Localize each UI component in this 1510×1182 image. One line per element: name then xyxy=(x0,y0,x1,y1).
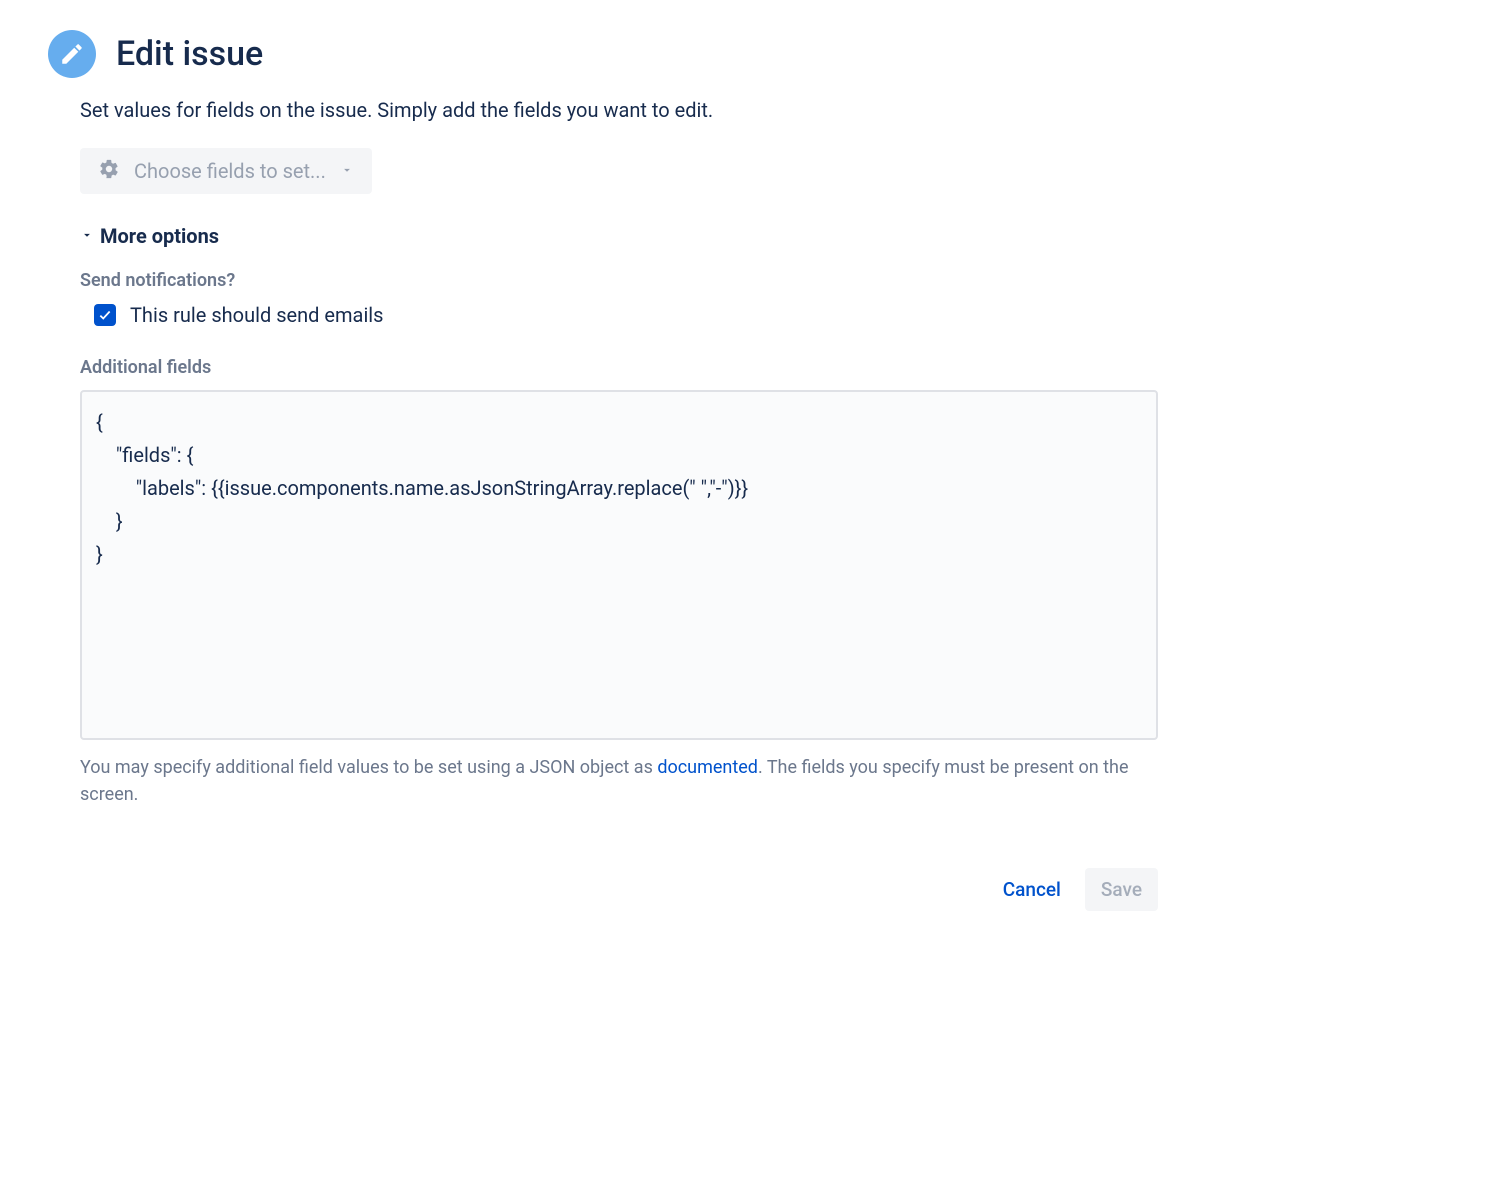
additional-fields-label: Additional fields xyxy=(80,357,1158,378)
cancel-button[interactable]: Cancel xyxy=(987,868,1077,911)
page-description: Set values for fields on the issue. Simp… xyxy=(80,96,1158,124)
chevron-down-icon xyxy=(340,162,354,181)
field-chooser-dropdown[interactable]: Choose fields to set... xyxy=(80,148,372,194)
chevron-down-icon xyxy=(80,227,94,246)
more-options-label: More options xyxy=(100,224,219,248)
edit-icon xyxy=(48,30,96,78)
field-chooser-label: Choose fields to set... xyxy=(134,159,326,183)
additional-fields-helper: You may specify additional field values … xyxy=(80,754,1158,808)
page-title: Edit issue xyxy=(116,34,263,74)
more-options-toggle[interactable]: More options xyxy=(80,224,1158,248)
save-button[interactable]: Save xyxy=(1085,868,1158,911)
send-emails-checkbox[interactable] xyxy=(94,304,116,326)
additional-fields-textarea[interactable] xyxy=(80,390,1158,740)
gear-icon xyxy=(98,158,120,184)
helper-prefix: You may specify additional field values … xyxy=(80,757,657,778)
footer-buttons: Cancel Save xyxy=(48,868,1158,911)
send-notifications-label: Send notifications? xyxy=(80,270,1158,291)
documented-link[interactable]: documented xyxy=(657,757,758,778)
send-emails-checkbox-label: This rule should send emails xyxy=(130,303,384,327)
page-header: Edit issue xyxy=(48,30,1462,78)
